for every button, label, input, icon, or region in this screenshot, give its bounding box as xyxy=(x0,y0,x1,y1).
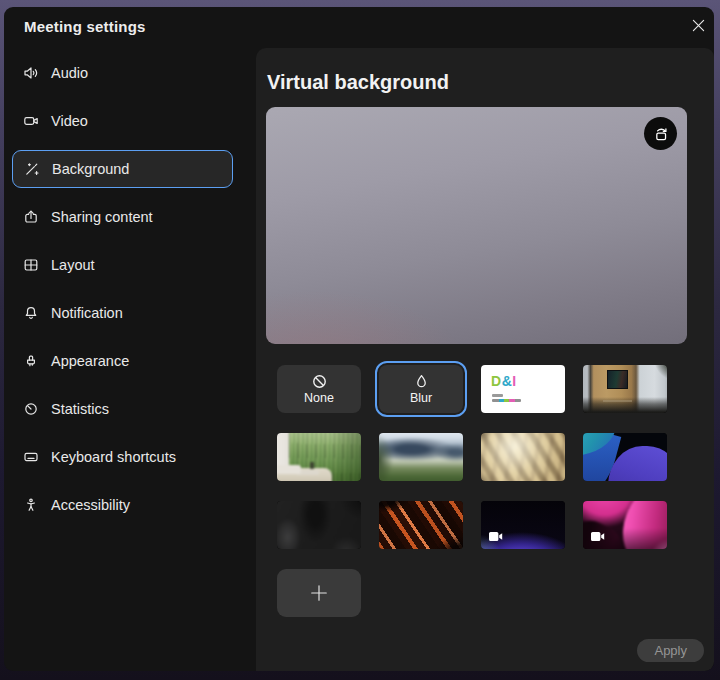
blur-drop-icon xyxy=(413,373,430,390)
sidebar-item-label: Keyboard shortcuts xyxy=(51,449,176,465)
flip-camera-icon xyxy=(651,124,671,144)
video-camera-badge-icon xyxy=(590,531,605,542)
layout-grid-icon xyxy=(23,257,39,273)
sidebar-item-label: Audio xyxy=(51,65,88,81)
none-icon xyxy=(311,373,328,390)
abstract-blue-background xyxy=(583,433,667,481)
background-tile-lava[interactable] xyxy=(379,501,463,549)
dialog-title: Meeting settings xyxy=(24,18,146,35)
sidebar-item-background[interactable]: Background xyxy=(12,150,233,188)
camera-preview xyxy=(266,107,687,344)
dni-tagline-2 xyxy=(492,399,521,402)
sidebar-item-layout[interactable]: Layout xyxy=(12,246,233,284)
blinds-background xyxy=(481,433,565,481)
close-icon xyxy=(692,19,705,32)
dni-tagline xyxy=(492,394,503,397)
background-tile-abstract-blue[interactable] xyxy=(583,433,667,481)
video-camera-badge-icon xyxy=(488,531,503,542)
sidebar-item-audio[interactable]: Audio xyxy=(12,54,233,92)
dark-swirl-background xyxy=(277,501,361,549)
background-tile-mountains[interactable] xyxy=(379,433,463,481)
background-tile-blinds[interactable] xyxy=(481,433,565,481)
background-tile-dni-logo[interactable]: D&I xyxy=(481,365,565,413)
mountains-background xyxy=(379,433,463,481)
sidebar-item-label: Accessibility xyxy=(51,497,130,513)
plus-icon xyxy=(309,583,329,603)
sidebar-item-label: Appearance xyxy=(51,353,129,369)
paint-brush-icon xyxy=(23,353,39,369)
sidebar-item-keyboard-shortcuts[interactable]: Keyboard shortcuts xyxy=(12,438,233,476)
sidebar-item-label: Notification xyxy=(51,305,123,321)
sidebar-item-label: Layout xyxy=(51,257,95,273)
lava-background xyxy=(379,501,463,549)
close-button[interactable] xyxy=(684,11,712,39)
background-tile-dark-swirl[interactable] xyxy=(277,501,361,549)
sidebar-item-label: Background xyxy=(52,161,129,177)
accessibility-icon xyxy=(23,497,39,513)
tile-label: Blur xyxy=(410,392,432,405)
panel-heading: Virtual background xyxy=(267,71,449,94)
flip-camera-button[interactable] xyxy=(644,117,677,150)
add-background-button[interactable] xyxy=(277,569,361,617)
sidebar-item-video[interactable]: Video xyxy=(12,102,233,140)
office-background xyxy=(583,365,667,413)
apply-button[interactable]: Apply xyxy=(637,639,704,662)
sidebar-item-accessibility[interactable]: Accessibility xyxy=(12,486,233,524)
tile-label: None xyxy=(304,392,334,405)
meeting-settings-dialog: Meeting settings Audio Video Background xyxy=(4,7,714,671)
background-tile-living-room[interactable] xyxy=(277,433,361,481)
background-thumbnails-grid: None Blur D&I xyxy=(277,365,667,617)
settings-sidebar: Audio Video Background Sharing content L… xyxy=(12,54,233,534)
background-tile-blur[interactable]: Blur xyxy=(379,365,463,413)
sidebar-item-label: Sharing content xyxy=(51,209,153,225)
keyboard-icon xyxy=(23,449,39,465)
virtual-background-panel: Virtual background None Blur D&I xyxy=(256,48,714,671)
sidebar-item-sharing-content[interactable]: Sharing content xyxy=(12,198,233,236)
sidebar-item-notification[interactable]: Notification xyxy=(12,294,233,332)
sidebar-item-label: Statistics xyxy=(51,401,109,417)
speaker-icon xyxy=(23,65,39,81)
share-icon xyxy=(23,209,39,225)
sidebar-item-statistics[interactable]: Statistics xyxy=(12,390,233,428)
living-room-background xyxy=(277,433,361,481)
background-tile-purple-glow[interactable] xyxy=(481,501,565,549)
video-camera-icon xyxy=(23,113,39,129)
dni-logo-text: D&I xyxy=(491,373,517,389)
background-tile-pink-abstract[interactable] xyxy=(583,501,667,549)
background-tile-none[interactable]: None xyxy=(277,365,361,413)
bell-icon xyxy=(23,305,39,321)
background-tile-office[interactable] xyxy=(583,365,667,413)
statistics-icon xyxy=(23,401,39,417)
magic-wand-icon xyxy=(24,161,40,177)
sidebar-item-label: Video xyxy=(51,113,88,129)
sidebar-item-appearance[interactable]: Appearance xyxy=(12,342,233,380)
